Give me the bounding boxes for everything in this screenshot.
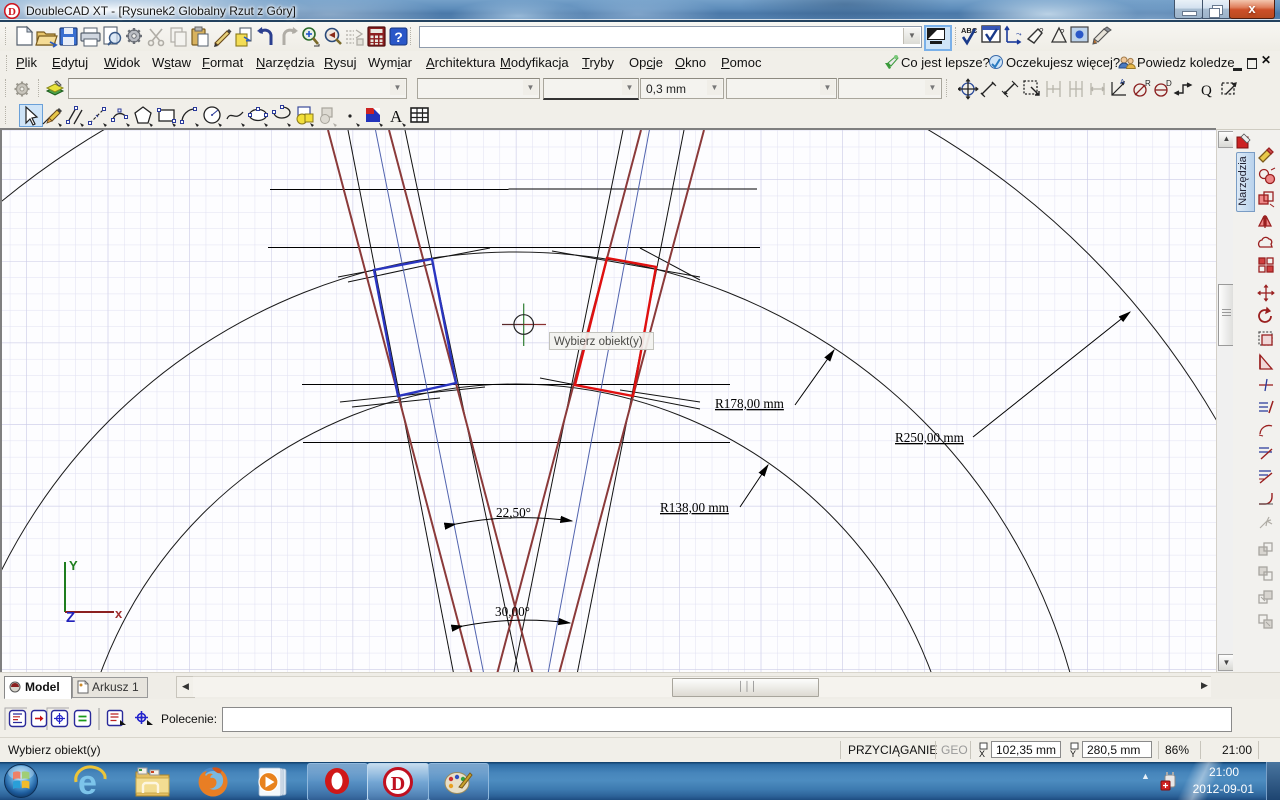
svg-text:30,00°: 30,00° xyxy=(495,604,530,619)
svg-text:X: X xyxy=(979,749,985,758)
svg-text:A: A xyxy=(390,107,403,126)
svg-text:R138,00 mm: R138,00 mm xyxy=(660,500,730,515)
svg-text:D: D xyxy=(391,773,405,795)
svg-text:Wybierz obiekt(y): Wybierz obiekt(y) xyxy=(554,336,643,348)
svg-text:Q: Q xyxy=(1201,83,1212,99)
svg-text:?: ? xyxy=(1060,28,1065,37)
svg-text:D: D xyxy=(8,6,16,18)
svg-text:Y: Y xyxy=(1070,749,1076,758)
svg-text:Y: Y xyxy=(69,558,78,573)
svg-text:?: ? xyxy=(394,29,403,45)
svg-text:?: ? xyxy=(1039,27,1044,36)
svg-text:Z: Z xyxy=(66,609,75,626)
svg-text:22,50°: 22,50° xyxy=(496,505,531,520)
svg-text:R178,00 mm: R178,00 mm xyxy=(715,396,785,411)
svg-text:D: D xyxy=(1166,79,1172,88)
svg-text:R: R xyxy=(1145,79,1151,88)
svg-text:⤳: ⤳ xyxy=(1016,31,1022,38)
svg-text:R250,00 mm: R250,00 mm xyxy=(895,430,965,445)
svg-text:x: x xyxy=(115,606,123,621)
svg-text:A: A xyxy=(1120,79,1125,86)
